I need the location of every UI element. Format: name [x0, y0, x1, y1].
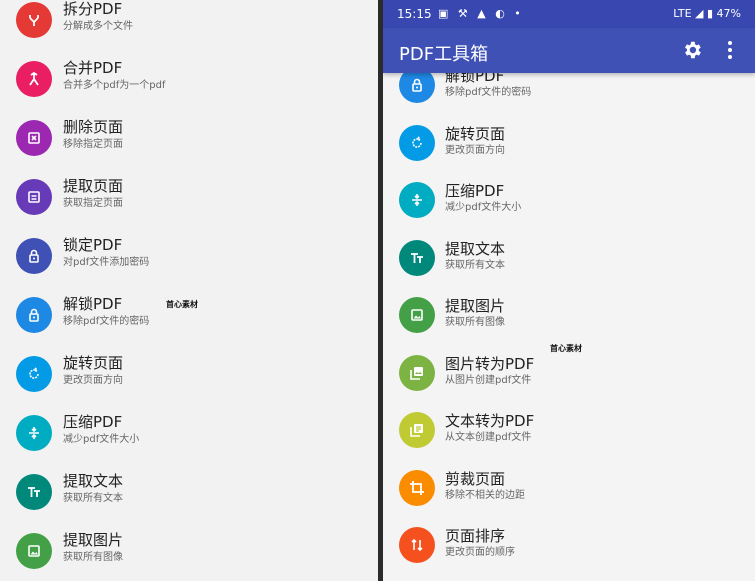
tool-item-label: 提取文本 — [63, 472, 124, 490]
tool-item-label: 压缩PDF — [63, 413, 123, 431]
more-options-icon[interactable] — [726, 40, 734, 60]
tool-item-description: 更改页面方向 — [445, 144, 505, 156]
watermark: 首心素材 — [550, 344, 582, 353]
tool-item[interactable]: 提取文本 获取所有文本 — [383, 229, 755, 287]
tool-item-label: 压缩PDF — [445, 182, 505, 200]
left-screen: 拆分PDF 分解成多个文件合并PDF 合并多个pdf为一个pdf 删除页面移除指定页面… — [0, 0, 378, 581]
status-icons: ▣ ⚒ ▲ ◐ • — [438, 7, 524, 20]
text-to-pdf-icon — [399, 412, 435, 448]
text-icon — [399, 239, 435, 276]
status-right: LTE ◢ ▮ 47% — [673, 7, 741, 20]
tool-item-label: 剪裁页面 — [445, 469, 506, 488]
tool-item-description: 获取所有图像 — [445, 317, 505, 328]
tool-item[interactable]: 页面排序更改页面的顺序 — [383, 516, 755, 574]
images-to-pdf-icon — [399, 354, 435, 391]
tool-item-description: 获取所有图像 — [63, 552, 123, 563]
tool-item-label: 提取文本 — [445, 239, 506, 258]
tool-item-label: 图片转为PDF — [445, 354, 535, 373]
tool-item[interactable]: 提取图片获取所有图像 — [0, 522, 378, 581]
tool-item-description: 从图片创建pdf文件 — [445, 374, 532, 386]
tool-item[interactable]: 旋转页面 更改页面方向 — [383, 114, 755, 172]
tool-item-label: 提取图片 — [445, 297, 506, 315]
tool-item-label: 拆分PDF — [63, 0, 123, 18]
image-icon — [399, 297, 435, 333]
delete-page-icon — [16, 120, 52, 156]
watermark: 首心素材 — [166, 300, 198, 309]
tool-item-label: 旋转页面 — [63, 354, 124, 372]
tool-item-description: 移除pdf文件的密码 — [63, 316, 150, 327]
tool-item-label: 删除页面 — [63, 118, 124, 136]
tool-item-label: 提取图片 — [63, 531, 124, 549]
rotate-icon — [399, 124, 435, 161]
tool-item-description: 获取所有文本 — [445, 259, 505, 271]
tool-item-description: 更改页面方向 — [63, 375, 123, 386]
lock-icon — [16, 238, 52, 274]
unlock-icon — [16, 297, 52, 333]
text-icon — [16, 474, 52, 510]
compress-icon — [399, 182, 435, 218]
tool-item-description: 减少pdf文件大小 — [445, 202, 522, 213]
tool-item[interactable]: 合并PDF 合并多个pdf为一个pdf — [0, 50, 378, 109]
tool-item[interactable]: 解锁PDF 移除pdf文件的密码 — [0, 286, 378, 345]
tool-item-label: 解锁PDF — [63, 295, 123, 313]
tool-item-description: 合并多个pdf为一个pdf — [63, 80, 166, 91]
tool-item[interactable]: 锁定PDF 对pdf文件添加密码 — [0, 227, 378, 286]
tool-item[interactable]: 压缩PDF 减少pdf文件大小 — [0, 404, 378, 463]
tool-item[interactable]: 删除页面移除指定页面 — [0, 109, 378, 168]
tool-item-description: 移除指定页面 — [63, 139, 123, 150]
tool-item[interactable]: 剪裁页面 移除不相关的边距 — [383, 459, 755, 517]
compress-icon — [16, 415, 52, 451]
crop-icon — [399, 469, 435, 506]
tool-item-label: 提取页面 — [63, 177, 124, 195]
image-icon — [16, 533, 52, 569]
tool-item-description: 减少pdf文件大小 — [63, 434, 140, 445]
tool-item[interactable]: 拆分PDF 分解成多个文件 — [0, 0, 378, 50]
status-time: 15:15 — [397, 7, 432, 21]
reorder-icon — [399, 527, 435, 563]
tool-item-description: 从文本创建pdf文件 — [445, 432, 532, 443]
split-icon — [16, 2, 52, 38]
merge-icon — [16, 61, 52, 97]
tool-item[interactable]: 提取文本获取所有文本 — [0, 463, 378, 522]
extract-page-icon — [16, 179, 52, 215]
status-bar: 15:15 ▣ ⚒ ▲ ◐ • LTE ◢ ▮ 47% — [383, 0, 755, 28]
tool-item-description: 移除pdf文件的密码 — [445, 87, 532, 98]
tool-item-label: 旋转页面 — [445, 124, 506, 143]
tool-item-description: 更改页面的顺序 — [445, 547, 515, 558]
tool-item-description: 移除不相关的边距 — [445, 489, 525, 501]
tool-item-label: 页面排序 — [445, 527, 506, 545]
tool-list-left: 拆分PDF 分解成多个文件合并PDF 合并多个pdf为一个pdf 删除页面移除指定页面… — [0, 0, 378, 581]
rotate-icon — [16, 356, 52, 392]
tool-item-label: 合并PDF — [63, 59, 123, 77]
tool-item-label: 文本转为PDF — [445, 412, 535, 430]
gear-icon[interactable] — [681, 39, 703, 61]
tool-item[interactable]: 提取页面获取指定页面 — [0, 168, 378, 227]
tool-item-description: 分解成多个文件 — [63, 21, 133, 32]
app-bar: PDF工具箱 — [383, 28, 755, 73]
app-title: PDF工具箱 — [399, 44, 489, 65]
tool-item[interactable]: 旋转页面更改页面方向 — [0, 345, 378, 404]
tool-item-label: 锁定PDF — [63, 236, 123, 254]
tool-list-right: 解锁PDF 移除pdf文件的密码 旋转页面 更改页面方向 压缩PDF 减少pdf文件大小提… — [383, 56, 755, 574]
tool-item[interactable]: 提取图片获取所有图像 — [383, 286, 755, 344]
tool-item-description: 对pdf文件添加密码 — [63, 257, 150, 268]
tool-item[interactable]: 文本转为PDF 从文本创建pdf文件 — [383, 401, 755, 459]
tool-item[interactable]: 压缩PDF 减少pdf文件大小 — [383, 171, 755, 229]
right-screen: 解锁PDF 移除pdf文件的密码 旋转页面 更改页面方向 压缩PDF 减少pdf文件大小提… — [383, 0, 755, 581]
tool-item-description: 获取所有文本 — [63, 493, 123, 504]
tool-item-description: 获取指定页面 — [63, 198, 123, 209]
